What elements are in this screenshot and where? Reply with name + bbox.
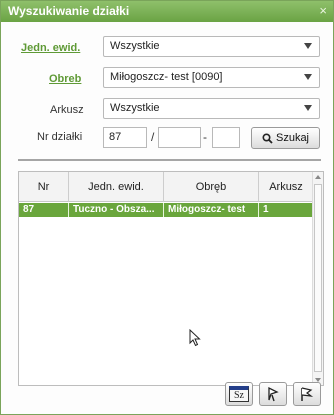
dropdown-caret-icon — [304, 43, 312, 49]
nr-dzialki-suffix-input[interactable] — [212, 127, 240, 148]
table-row[interactable]: 87 Tuczno - Obsza... Miłogoszcz- test 1 — [19, 203, 313, 217]
flag-icon — [301, 387, 314, 401]
column-header-arkusz[interactable]: Arkusz — [259, 172, 313, 202]
pointer-flag-button[interactable] — [259, 382, 287, 406]
dash-separator: - — [203, 130, 207, 144]
window-title: Wyszukiwanie działki — [8, 4, 130, 18]
slash-separator: / — [151, 130, 155, 144]
search-button[interactable]: Szukaj — [251, 127, 320, 149]
sz-button[interactable]: Sz — [225, 382, 253, 406]
scroll-up-icon[interactable] — [315, 175, 321, 179]
column-header-jedn[interactable]: Jedn. ewid. — [69, 172, 164, 202]
vertical-scrollbar[interactable] — [312, 172, 323, 385]
table-header: Nr Jedn. ewid. Obręb Arkusz — [19, 172, 313, 202]
nr-dzialki-denominator-input[interactable] — [158, 127, 201, 148]
nr-dzialki-label: Nr działki — [37, 131, 83, 143]
jedn-ewid-link[interactable]: Jedn. ewid. — [21, 42, 80, 54]
scroll-thumb[interactable] — [314, 184, 322, 372]
results-table: Nr Jedn. ewid. Obręb Arkusz 87 Tuczno - … — [18, 171, 324, 386]
obreb-value: Miłogoszcz- test [0090] — [110, 71, 223, 83]
cell-obreb: Miłogoszcz- test — [164, 203, 259, 217]
magnifier-icon — [262, 132, 273, 144]
search-button-label: Szukaj — [275, 132, 310, 144]
arkusz-label: Arkusz — [50, 104, 84, 116]
sz-label: Sz — [234, 390, 244, 401]
dropdown-caret-icon — [304, 74, 312, 80]
search-parcel-window: Wyszukiwanie działki × Jedn. ewid. Wszys… — [0, 0, 334, 415]
nr-dzialki-input[interactable]: 87 — [103, 127, 147, 148]
arkusz-select[interactable]: Wszystkie — [103, 98, 320, 119]
obreb-select[interactable]: Miłogoszcz- test [0090] — [103, 67, 320, 88]
jedn-ewid-select[interactable]: Wszystkie — [103, 36, 320, 57]
cell-arkusz: 1 — [263, 204, 269, 215]
title-bar[interactable]: Wyszukiwanie działki × — [1, 1, 333, 22]
nr-dzialki-value: 87 — [109, 131, 122, 143]
close-icon[interactable]: × — [319, 3, 327, 18]
jedn-ewid-value: Wszystkie — [110, 40, 160, 52]
column-header-obreb[interactable]: Obręb — [164, 172, 259, 202]
cursor-icon — [189, 329, 201, 347]
arkusz-value: Wszystkie — [110, 102, 160, 114]
dropdown-caret-icon — [304, 105, 312, 111]
pointer-icon — [268, 386, 279, 402]
obreb-link[interactable]: Obreb — [49, 73, 81, 85]
divider — [18, 159, 321, 161]
flag-button[interactable] — [293, 382, 321, 406]
sz-icon: Sz — [229, 386, 249, 402]
cell-nr: 87 — [19, 203, 69, 217]
cell-jedn: Tuczno - Obsza... — [69, 203, 164, 217]
column-header-nr[interactable]: Nr — [19, 172, 69, 202]
